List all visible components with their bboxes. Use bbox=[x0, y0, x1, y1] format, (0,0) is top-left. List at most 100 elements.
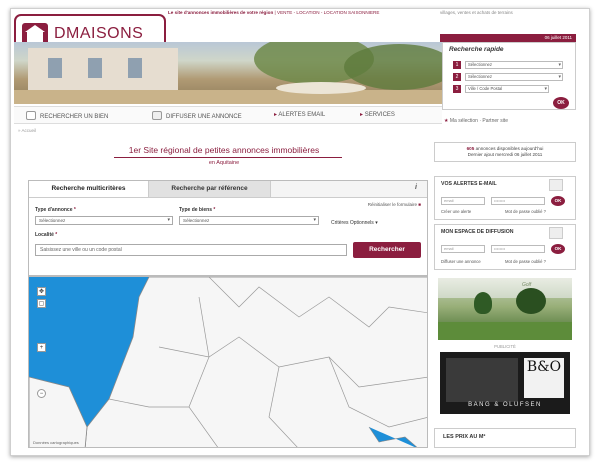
quick-search-select-1[interactable]: Sélectionnez bbox=[465, 61, 563, 69]
pan-icon[interactable]: ✥ bbox=[37, 287, 46, 296]
info-icon[interactable]: i bbox=[415, 184, 423, 194]
bo-logo: B&O bbox=[524, 358, 564, 398]
nav-label: SERVICES bbox=[364, 112, 395, 118]
ad-label: PUBLICITÉ bbox=[494, 344, 516, 349]
quick-search-select-2[interactable]: Sélectionnez bbox=[465, 73, 563, 81]
golf-tree bbox=[516, 288, 546, 314]
partner-link[interactable]: Partner site bbox=[482, 118, 508, 124]
selection-links: ★ Ma sélection · Partner site bbox=[444, 118, 508, 124]
step-number: 1 bbox=[453, 61, 461, 69]
type-annonce-select[interactable]: Sélectionnez bbox=[35, 216, 173, 225]
step-number: 3 bbox=[453, 85, 461, 93]
alerts-box: VOS ALERTES E-MAIL email •••••••• OK Cré… bbox=[434, 176, 576, 220]
page-subheadline: en Aquitaine bbox=[208, 160, 240, 166]
announce-line1: annonces disponibles aujourd'hui bbox=[475, 146, 544, 151]
header-tagline: Le site d'annonces immobilières de votre… bbox=[168, 10, 438, 20]
search-button[interactable]: Rechercher bbox=[353, 242, 421, 258]
quick-search-city-input[interactable]: Ville / Code Postal bbox=[465, 85, 549, 93]
top-links[interactable]: villages, ventes et achats de terrains bbox=[440, 10, 576, 15]
zoom-out-icon[interactable]: − bbox=[37, 389, 46, 398]
ad-product-image bbox=[446, 358, 518, 402]
region-map[interactable]: ✥ ▢ + − Données cartographiques bbox=[28, 276, 428, 448]
date-bar: 06 juillet 2011 bbox=[440, 34, 576, 42]
prix-m2-box[interactable]: LES PRIX AU M² bbox=[434, 428, 576, 448]
create-alert-link[interactable]: Créer une alerte bbox=[441, 209, 471, 214]
nav-item-services[interactable]: ▸ SERVICES bbox=[360, 111, 395, 118]
ma-selection-link[interactable]: Ma sélection bbox=[450, 118, 478, 124]
ad-brand: BANG & OLUFSEN bbox=[468, 402, 542, 408]
bang-olufsen-ad[interactable]: B&O BANG & OLUFSEN bbox=[440, 352, 570, 414]
alerts-title: VOS ALERTES E-MAIL bbox=[441, 181, 497, 187]
chevron-down-icon: ▾ bbox=[375, 220, 378, 226]
tab-reference[interactable]: Recherche par référence bbox=[149, 181, 271, 197]
localite-label: Localité * bbox=[35, 232, 57, 238]
golf-sky bbox=[438, 278, 572, 298]
required-marker: * bbox=[55, 232, 58, 238]
type-bien-select[interactable]: Sélectionnez bbox=[179, 216, 319, 225]
announce-line2: Dernier ajout mercredi 06 juillet 2011 bbox=[467, 152, 543, 157]
quick-search-ok-button[interactable]: OK bbox=[553, 97, 569, 109]
diffuse-link[interactable]: Diffuser une annonce bbox=[441, 259, 481, 264]
diffusion-box: MON ESPACE DE DIFFUSION email •••••••• O… bbox=[434, 224, 576, 270]
tagline-text: Le site d'annonces immobilières de votre… bbox=[168, 10, 274, 15]
page-headline: 1er Site régional de petites annonces im… bbox=[128, 145, 320, 155]
type-bien-label-text: Type de biens bbox=[179, 207, 212, 213]
diffusion-ok-button[interactable]: OK bbox=[551, 244, 565, 254]
logo-name: DMAISONS bbox=[54, 25, 144, 42]
type-bien-label: Type de biens * bbox=[179, 207, 215, 213]
optional-criteria-toggle[interactable]: Critères Optionnels ▾ bbox=[331, 220, 378, 226]
prix-title: LES PRIX AU M² bbox=[443, 434, 486, 440]
nav-item-alertes[interactable]: ▸ ALERTES EMAIL bbox=[274, 111, 325, 118]
hero-ground bbox=[14, 90, 442, 104]
quick-search-row-1: 1 Sélectionnez bbox=[453, 61, 563, 69]
step-number: 2 bbox=[453, 73, 461, 81]
zoom-in-icon[interactable]: + bbox=[37, 343, 46, 352]
nav-label: RECHERCHER UN BIEN bbox=[40, 114, 109, 120]
document-icon bbox=[152, 111, 162, 120]
nav-item-rechercher[interactable]: RECHERCHER UN BIEN bbox=[26, 111, 108, 120]
map-canvas[interactable] bbox=[29, 277, 428, 448]
reset-form-link[interactable]: Réinitialiser le formulaire ■ bbox=[368, 202, 421, 207]
quick-search-panel: Recherche rapide 1 Sélectionnez 2 Sélect… bbox=[442, 42, 576, 110]
envelope-icon bbox=[549, 179, 563, 191]
tab-multicriteres[interactable]: Recherche multicritères bbox=[29, 181, 149, 197]
golf-grass bbox=[438, 322, 572, 340]
localite-label-text: Localité bbox=[35, 232, 54, 238]
diffusion-forgot-link[interactable]: Mot de passe oublié ? bbox=[505, 259, 546, 264]
diffusion-email-input[interactable]: email bbox=[441, 245, 485, 253]
type-annonce-label: Type d'annonce * bbox=[35, 207, 76, 213]
golf-tree bbox=[474, 292, 492, 314]
reset-form-label: Réinitialiser le formulaire bbox=[367, 202, 418, 207]
map-layer-icon[interactable]: ▢ bbox=[37, 299, 46, 308]
hero-table bbox=[276, 82, 366, 94]
hero-tree bbox=[344, 44, 442, 90]
headline-underline bbox=[114, 157, 342, 158]
main-nav: RECHERCHER UN BIEN DIFFUSER UNE ANNONCE … bbox=[14, 106, 442, 124]
nav-item-diffuser[interactable]: DIFFUSER UNE ANNONCE bbox=[152, 111, 242, 120]
alerts-password-input[interactable]: •••••••• bbox=[491, 197, 545, 205]
map-footer: Données cartographiques bbox=[33, 440, 79, 445]
breadcrumb[interactable]: » Accueil bbox=[18, 128, 36, 133]
alerts-forgot-link[interactable]: Mot de passe oublié ? bbox=[505, 209, 546, 214]
quick-search-row-2: 2 Sélectionnez bbox=[453, 73, 563, 81]
optional-criteria-label: Critères Optionnels bbox=[331, 220, 374, 226]
required-marker: * bbox=[73, 207, 76, 213]
tagline-links[interactable]: | VENTE - LOCATION - LOCATION SAISONNIER… bbox=[275, 10, 380, 15]
nav-label: DIFFUSER UNE ANNONCE bbox=[166, 114, 242, 120]
golf-ad-banner[interactable]: Golf bbox=[438, 278, 572, 340]
announce-count: 605 bbox=[466, 146, 475, 151]
document-icon bbox=[549, 227, 563, 239]
localite-input[interactable]: Saisissez une ville ou un code postal bbox=[35, 244, 347, 256]
alerts-email-input[interactable]: email bbox=[441, 197, 485, 205]
diffusion-title: MON ESPACE DE DIFFUSION bbox=[441, 229, 514, 235]
breadcrumb-accueil[interactable]: Accueil bbox=[22, 128, 37, 133]
search-panel: Recherche multicritères Recherche par ré… bbox=[28, 180, 428, 276]
diffusion-password-input[interactable]: •••••••• bbox=[491, 245, 545, 253]
quick-search-row-3: 3 Ville / Code Postal bbox=[453, 85, 563, 93]
search-form: Réinitialiser le formulaire ■ Type d'ann… bbox=[29, 197, 427, 275]
quick-search-title: Recherche rapide bbox=[449, 46, 504, 53]
announce-count-box: 605 annonces disponibles aujourd'hui Der… bbox=[434, 142, 576, 162]
alerts-ok-button[interactable]: OK bbox=[551, 196, 565, 206]
reset-icon: ■ bbox=[418, 202, 421, 207]
golf-caption: Golf bbox=[522, 282, 532, 288]
